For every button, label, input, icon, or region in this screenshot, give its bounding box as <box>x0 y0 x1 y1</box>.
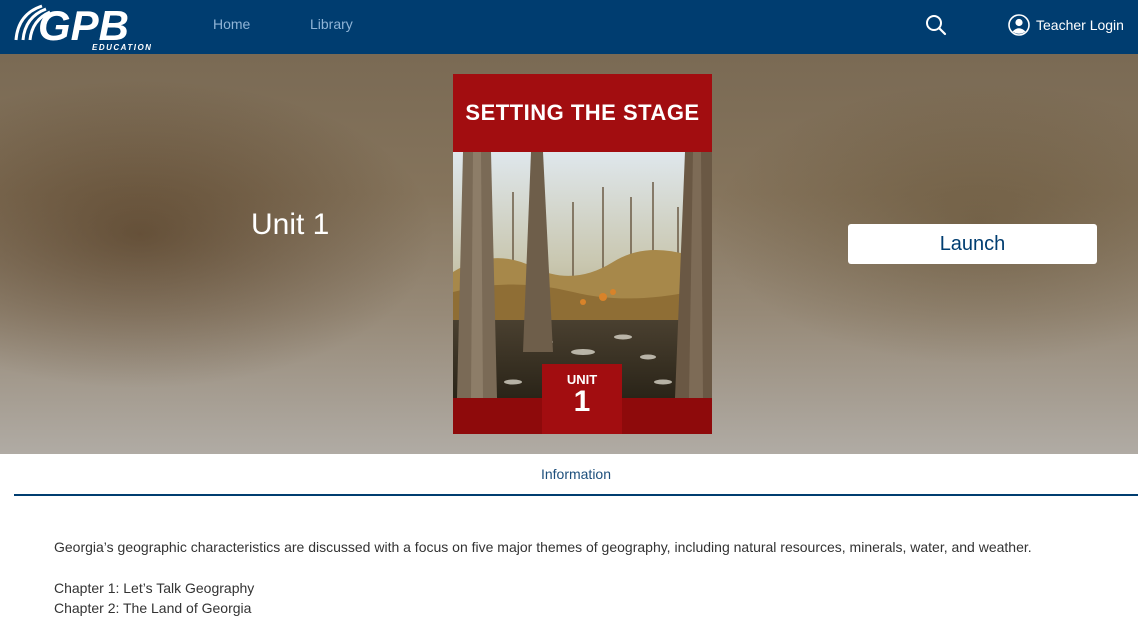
nav-link-home[interactable]: Home <box>213 16 250 32</box>
teacher-login-button[interactable]: Teacher Login <box>1008 13 1124 37</box>
tab-information[interactable]: Information <box>14 466 1138 482</box>
information-panel: Georgia’s geographic characteristics are… <box>54 538 1104 618</box>
logo-text: GPB <box>38 2 129 49</box>
tab-bar: Information <box>14 454 1138 496</box>
teacher-login-label: Teacher Login <box>1036 17 1124 33</box>
gpb-education-logo[interactable]: GPB EDUCATION <box>12 0 167 54</box>
chapter-list: Chapter 1: Let’s Talk Geography Chapter … <box>54 578 1104 618</box>
chapter-item: Chapter 2: The Land of Georgia <box>54 600 252 616</box>
user-avatar-icon <box>1008 14 1030 36</box>
search-icon[interactable] <box>925 14 947 36</box>
unit-title: Unit 1 <box>251 208 330 241</box>
logo-subtext: EDUCATION <box>92 43 152 52</box>
cover-unit-badge: UNIT 1 <box>542 364 622 434</box>
nav-link-library[interactable]: Library <box>310 16 353 32</box>
top-navigation-bar: GPB EDUCATION Home Library Teacher Login <box>0 0 1138 54</box>
cover-header: SETTING THE STAGE <box>453 74 712 152</box>
swamp-photo <box>453 152 712 398</box>
unit-description: Georgia’s geographic characteristics are… <box>54 539 1032 555</box>
unit-hero-banner: Unit 1 SETTING THE STAGE UNIT 1 Launch <box>0 54 1138 454</box>
cover-title: SETTING THE STAGE <box>465 100 700 125</box>
launch-button[interactable]: Launch <box>848 224 1097 264</box>
cover-unit-number: 1 <box>573 385 591 418</box>
chapter-item: Chapter 1: Let’s Talk Geography <box>54 580 255 596</box>
book-cover-image: SETTING THE STAGE UNIT 1 <box>453 74 712 434</box>
